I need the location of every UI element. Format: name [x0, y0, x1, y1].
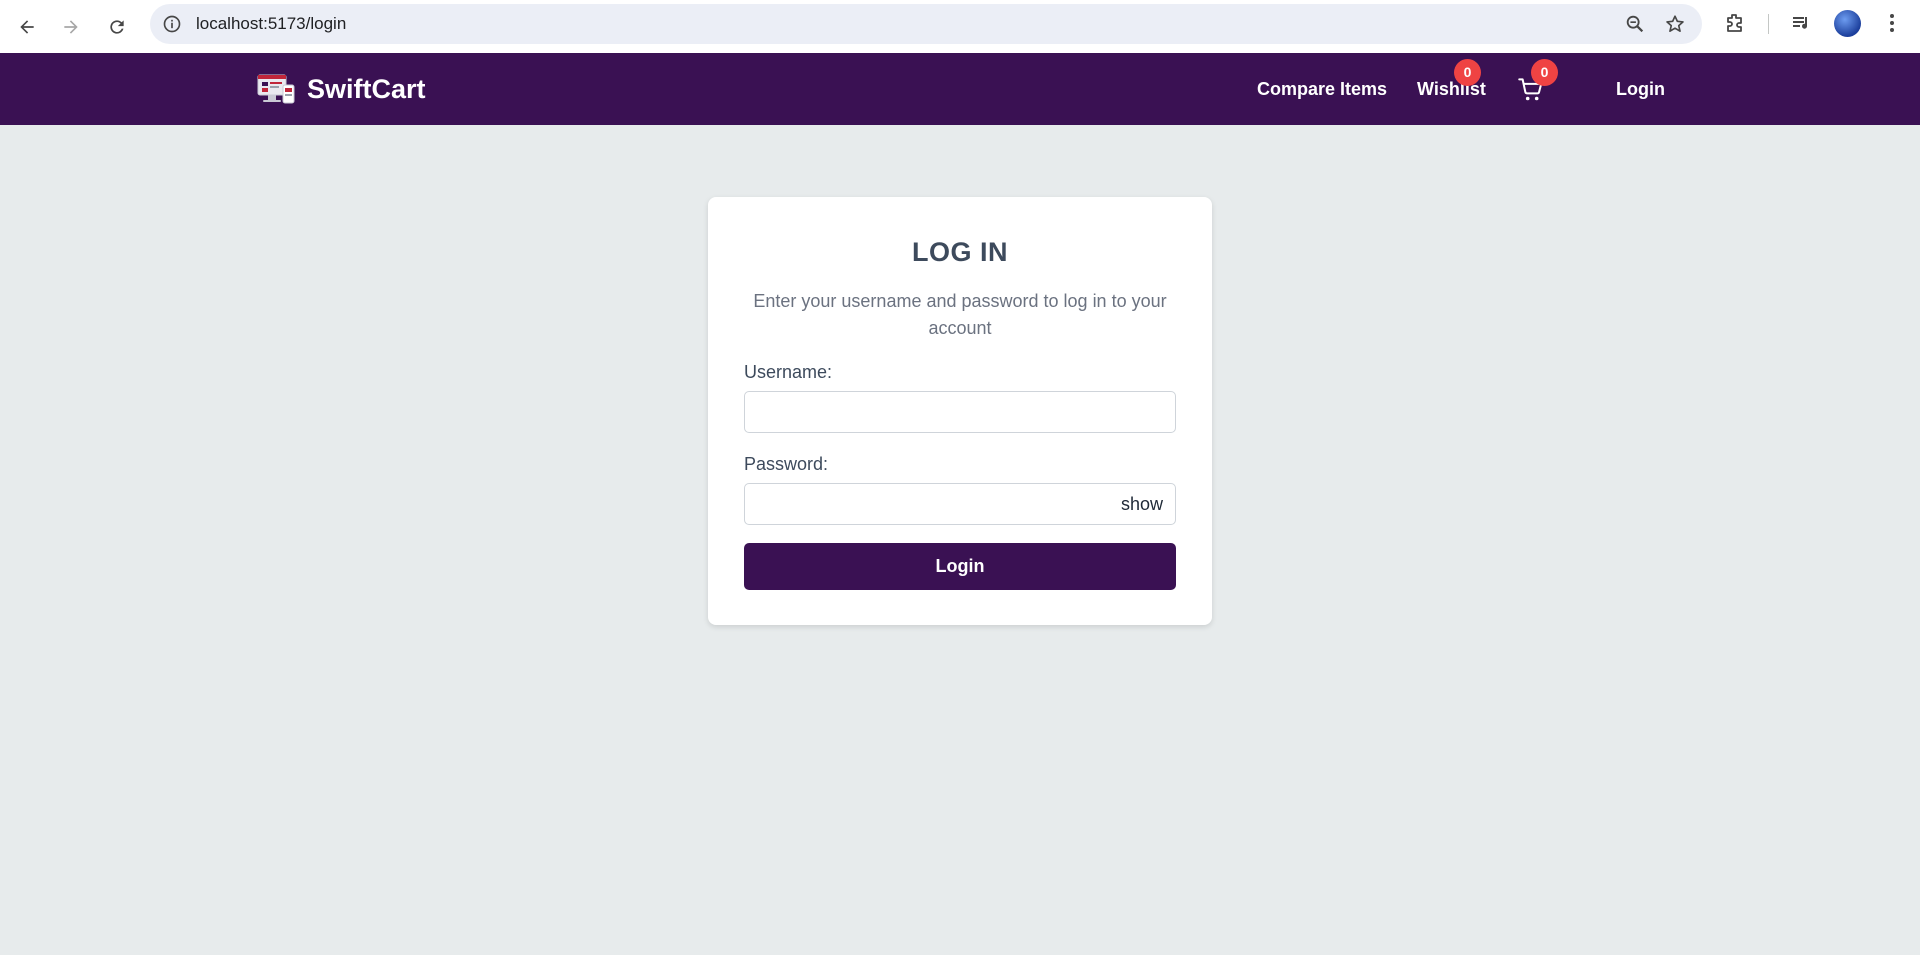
zoom-icon[interactable] [1624, 13, 1646, 35]
toolbar-separator [1768, 14, 1769, 34]
more-menu-icon[interactable] [1880, 11, 1904, 35]
username-label: Username: [744, 362, 833, 382]
brand-logo-icon [257, 74, 295, 104]
address-bar[interactable]: localhost:5173/login [150, 4, 1702, 44]
login-card: LOG IN Enter your username and password … [708, 197, 1212, 625]
login-subtitle: Enter your username and password to log … [753, 291, 1167, 338]
cart-count-badge: 0 [1531, 59, 1558, 86]
back-arrow-icon [20, 20, 34, 34]
username-input[interactable] [744, 391, 1176, 433]
browser-toolbar: localhost:5173/login [0, 0, 1920, 53]
login-submit-button[interactable]: Login [744, 543, 1176, 590]
password-input[interactable]: show [744, 483, 1176, 525]
back-button[interactable] [8, 8, 46, 46]
profile-avatar[interactable] [1834, 10, 1861, 37]
brand-name: SwiftCart [307, 73, 426, 104]
extensions-icon[interactable] [1723, 11, 1747, 35]
url-text[interactable]: localhost:5173/login [196, 4, 346, 44]
nav-login[interactable]: Login [1616, 53, 1665, 125]
login-title: LOG IN [912, 237, 1008, 267]
reload-button[interactable] [98, 8, 136, 46]
forward-arrow-icon [64, 20, 78, 34]
password-label: Password: [744, 454, 829, 474]
forward-button[interactable] [52, 8, 90, 46]
site-info-icon[interactable] [162, 14, 182, 34]
nav-compare-items[interactable]: Compare Items [1257, 53, 1387, 125]
reload-icon [110, 20, 124, 34]
app-header: SwiftCart Compare Items Wishlist 0 0 Log… [0, 53, 1920, 125]
brand-home-link[interactable]: SwiftCart [257, 53, 426, 125]
bookmark-star-icon[interactable] [1664, 13, 1686, 35]
media-queue-icon[interactable] [1790, 11, 1814, 35]
show-password-toggle[interactable]: show [1121, 484, 1163, 524]
wishlist-count-badge: 0 [1454, 59, 1481, 86]
